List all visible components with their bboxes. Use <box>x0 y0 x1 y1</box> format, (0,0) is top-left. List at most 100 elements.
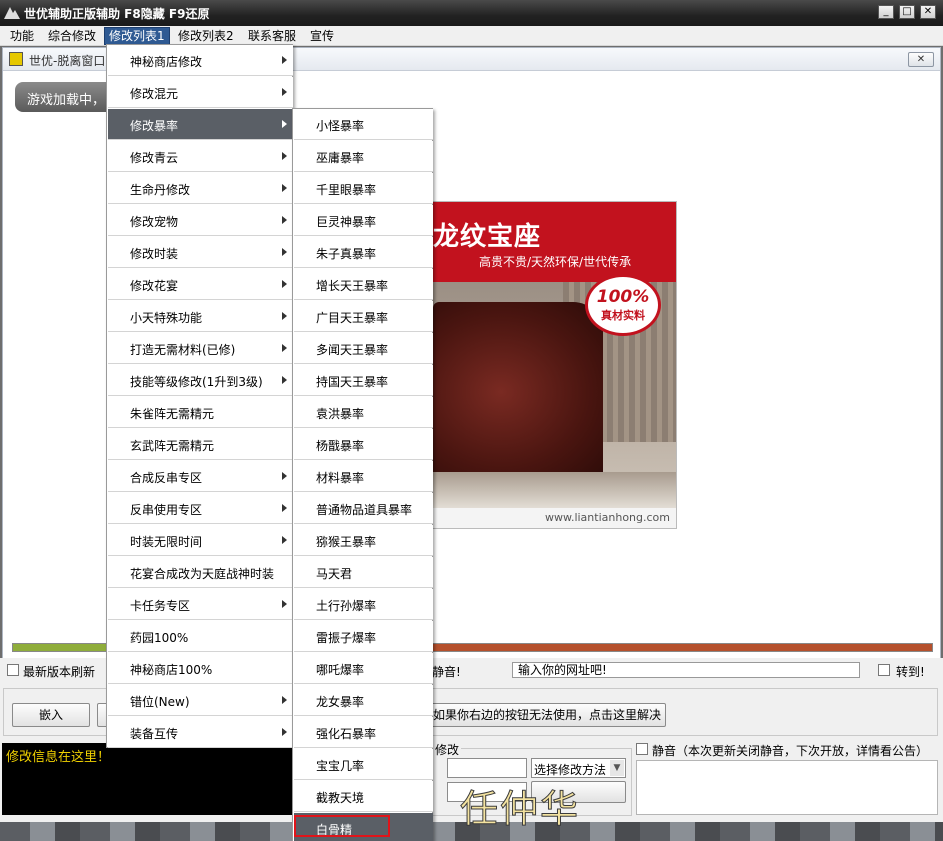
menu1-item[interactable]: 装备互传 <box>108 717 293 748</box>
method-select[interactable]: 选择修改方法 ▼ <box>531 758 626 778</box>
menu1-item-label: 修改宠物 <box>130 215 179 229</box>
submenu-arrow-icon <box>282 280 287 288</box>
menu-promotion[interactable]: 宣传 <box>306 28 338 44</box>
menu2-item[interactable]: 龙女暴率 <box>294 685 433 716</box>
submenu-arrow-icon <box>282 152 287 160</box>
menu2-item-label: 土行孙爆率 <box>316 599 377 613</box>
menu2-item[interactable]: 土行孙爆率 <box>294 589 433 620</box>
method-select-value: 选择修改方法 <box>534 763 607 777</box>
menu2-item-label: 宝宝几率 <box>316 759 365 773</box>
submenu-arrow-icon <box>282 376 287 384</box>
notice-label: 静音（本次更新关闭静音，下次开放，详情看公告） <box>652 744 929 758</box>
menu2-item-label: 袁洪暴率 <box>316 407 365 421</box>
drop-rate-submenu: 小怪暴率巫庸暴率千里眼暴率巨灵神暴率 朱子真暴率 增长天王暴率 广目天王暴率 多闻天王暴… <box>292 108 433 841</box>
maximize-button[interactable]: □ <box>899 5 915 19</box>
menu1-item[interactable]: 生命丹修改 <box>108 173 293 204</box>
menu2-item[interactable]: 增长天王暴率 <box>294 269 433 300</box>
menu1-item-label: 修改暴率 <box>130 119 179 133</box>
menu1-item[interactable]: 朱雀阵无需精元 <box>108 397 293 428</box>
menu1-item-label: 神秘商店100% <box>130 663 213 677</box>
menu2-item[interactable]: 强化石暴率 <box>294 717 433 748</box>
menu1-item[interactable]: 反串使用专区 <box>108 493 293 524</box>
mute-checkbox[interactable] <box>636 743 648 755</box>
embed-button[interactable]: 嵌入 <box>12 703 90 727</box>
menu1-item-label: 合成反串专区 <box>130 471 203 485</box>
menu2-item[interactable]: 持国天王暴率 <box>294 365 433 396</box>
submenu-arrow-icon <box>282 120 287 128</box>
menu2-item[interactable]: 普通物品道具暴率 <box>294 493 433 524</box>
menu2-item[interactable]: 哪吒爆率 <box>294 653 433 684</box>
menu1-item[interactable]: 错位(New) <box>108 685 293 716</box>
menu2-item-label: 小怪暴率 <box>316 119 365 133</box>
menu-functions[interactable]: 功能 <box>6 28 38 44</box>
ad-url: www.liantianhong.com <box>433 508 676 528</box>
menu2-item[interactable]: 材料暴率 <box>294 461 433 492</box>
menu2-item[interactable]: 朱子真暴率 <box>294 237 433 268</box>
menu1-item[interactable]: 打造无需材料(已修) <box>108 333 293 364</box>
menu2-item[interactable]: 马天君 <box>294 557 433 588</box>
menu-general-modify[interactable]: 综合修改 <box>44 28 100 44</box>
menu2-item[interactable]: 千里眼暴率 <box>294 173 433 204</box>
menu2-item[interactable]: 杨戬暴率 <box>294 429 433 460</box>
menu1-item[interactable]: 修改青云 <box>108 141 293 172</box>
goto-checkbox[interactable] <box>878 664 890 676</box>
menu2-item[interactable]: 小怪暴率 <box>294 109 433 140</box>
window-title: 世优辅助正版辅助 F8隐藏 F9还原 <box>24 7 210 21</box>
menu1-item-label: 打造无需材料(已修) <box>130 343 236 357</box>
submenu-arrow-icon <box>282 312 287 320</box>
submenu-arrow-icon <box>282 184 287 192</box>
menu2-item-label: 杨戬暴率 <box>316 439 365 453</box>
menu1-item[interactable]: 神秘商店修改 <box>108 45 293 76</box>
menu1-item[interactable]: 修改花宴 <box>108 269 293 300</box>
submenu-arrow-icon <box>282 472 287 480</box>
ad-badge-percent: 100% <box>596 287 650 307</box>
user-icon <box>9 52 23 66</box>
menu1-item[interactable]: 神秘商店100% <box>108 653 293 684</box>
menu1-item[interactable]: 修改时装 <box>108 237 293 268</box>
close-button[interactable]: ✕ <box>920 5 936 19</box>
refresh-label: 最新版本刷新 <box>23 665 96 679</box>
menu-modify-list-2[interactable]: 修改列表2 <box>174 28 238 44</box>
detach-close-button[interactable]: ✕ <box>908 52 934 67</box>
menu1-item-label: 错位(New) <box>130 695 190 709</box>
menu2-item[interactable]: 猕猴王暴率 <box>294 525 433 556</box>
menu1-item[interactable]: 花宴合成改为天庭战神时装 <box>108 557 293 588</box>
menu2-item[interactable]: 截教天境 <box>294 781 433 812</box>
submenu-arrow-icon <box>282 504 287 512</box>
menu1-item[interactable]: 修改混元 <box>108 77 293 108</box>
url-input[interactable]: 输入你的网址吧! <box>512 662 860 678</box>
submenu-arrow-icon <box>282 696 287 704</box>
menu1-item[interactable]: 合成反串专区 <box>108 461 293 492</box>
menu2-item[interactable]: 多闻天王暴率 <box>294 333 433 364</box>
menu2-item-label: 千里眼暴率 <box>316 183 377 197</box>
menu1-item-label: 神秘商店修改 <box>130 55 203 69</box>
watermark-text: 任仲华 <box>459 787 581 832</box>
minimize-button[interactable]: _ <box>878 5 894 19</box>
advertisement-banner[interactable]: 龙纹宝座 高贵不贵/天然环保/世代传承 100% 真材实料 www.lianti… <box>432 201 677 529</box>
menu1-item[interactable]: 修改宠物 <box>108 205 293 236</box>
chevron-down-icon[interactable]: ▼ <box>610 760 624 776</box>
menu1-item[interactable]: 药园100% <box>108 621 293 652</box>
menu2-item-label: 雷振子爆率 <box>316 631 377 645</box>
menu2-item[interactable]: 宝宝几率 <box>294 749 433 780</box>
menu-modify-list-1[interactable]: 修改列表1 <box>104 27 170 45</box>
menu2-item[interactable]: 巨灵神暴率 <box>294 205 433 236</box>
fix-buttons-button[interactable]: 如果你右边的按钮无法使用，点击这里解决 <box>428 703 666 727</box>
menu1-item-label: 花宴合成改为天庭战神时装 <box>130 567 275 581</box>
menu1-item[interactable]: 时装无限时间 <box>108 525 293 556</box>
submenu-arrow-icon <box>282 600 287 608</box>
refresh-checkbox[interactable] <box>7 664 19 676</box>
menu1-item[interactable]: 修改暴率 <box>108 109 293 140</box>
menu1-item-label: 反串使用专区 <box>130 503 203 517</box>
menu2-item[interactable]: 雷振子爆率 <box>294 621 433 652</box>
menu1-item[interactable]: 卡任务专区 <box>108 589 293 620</box>
menu1-item[interactable]: 小天特殊功能 <box>108 301 293 332</box>
menu2-item[interactable]: 袁洪暴率 <box>294 397 433 428</box>
menu1-item[interactable]: 玄武阵无需精元 <box>108 429 293 460</box>
menu2-item[interactable]: 巫庸暴率 <box>294 141 433 172</box>
modify-input-1[interactable] <box>447 758 527 778</box>
menu-contact-support[interactable]: 联系客服 <box>244 28 300 44</box>
menu2-item[interactable]: 广目天王暴率 <box>294 301 433 332</box>
menu1-item-label: 药园100% <box>130 631 189 645</box>
menu1-item[interactable]: 技能等级修改(1升到3级) <box>108 365 293 396</box>
